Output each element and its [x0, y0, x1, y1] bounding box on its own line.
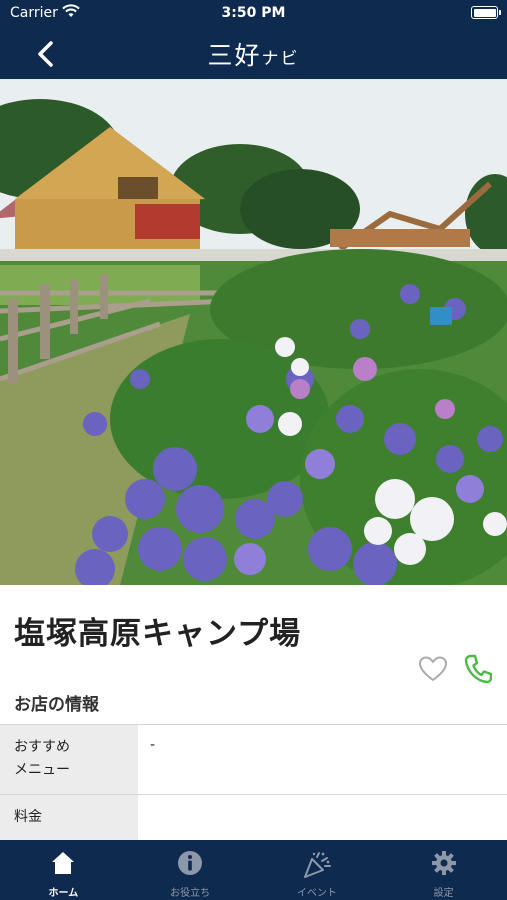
info-icon: [178, 851, 203, 875]
favorite-button[interactable]: [418, 654, 448, 684]
clock: 3:50 PM: [221, 5, 286, 21]
table-row: 料金: [0, 795, 507, 841]
tab-home[interactable]: ホーム: [0, 840, 127, 900]
tab-label: お役立ち: [170, 888, 211, 899]
app-title-small: ナビ: [261, 49, 300, 69]
app-title: 三好ナビ: [0, 36, 507, 72]
phone-icon: [464, 654, 492, 684]
table-row: おすすめ メニュー -: [0, 725, 507, 795]
tab-useful[interactable]: お役立ち: [127, 840, 254, 900]
heart-outline-icon: [418, 656, 448, 682]
info-label-line: おすすめ メニュー: [14, 739, 70, 778]
app-title-main: 三好: [207, 41, 262, 70]
tab-events[interactable]: イベント: [254, 840, 381, 900]
party-popper-icon: [303, 852, 331, 878]
tab-bar: ホーム お役立ち イベント 設定: [0, 840, 507, 900]
tab-label: 設定: [433, 888, 454, 899]
info-label: 料金: [0, 795, 138, 840]
call-button[interactable]: [464, 654, 492, 684]
info-value: [138, 795, 507, 840]
info-table: おすすめ メニュー - 料金: [0, 724, 507, 841]
nav-bar: 三好ナビ: [0, 28, 507, 79]
tab-settings[interactable]: 設定: [380, 840, 507, 900]
tab-label: ホーム: [48, 888, 79, 899]
tab-label: イベント: [296, 888, 337, 899]
gear-icon: [431, 851, 456, 875]
place-name: 塩塚高原キャンプ場: [14, 616, 302, 652]
place-photo: [0, 79, 507, 585]
section-heading-shop-info: お店の情報: [14, 695, 99, 715]
status-bar: Carrier 3:50 PM: [0, 0, 507, 28]
battery-icon: [471, 6, 501, 19]
info-value: -: [150, 737, 156, 753]
info-label: おすすめ メニュー: [0, 725, 138, 794]
home-icon: [52, 852, 75, 874]
top-bar: Carrier 3:50 PM 三好ナビ: [0, 0, 507, 79]
